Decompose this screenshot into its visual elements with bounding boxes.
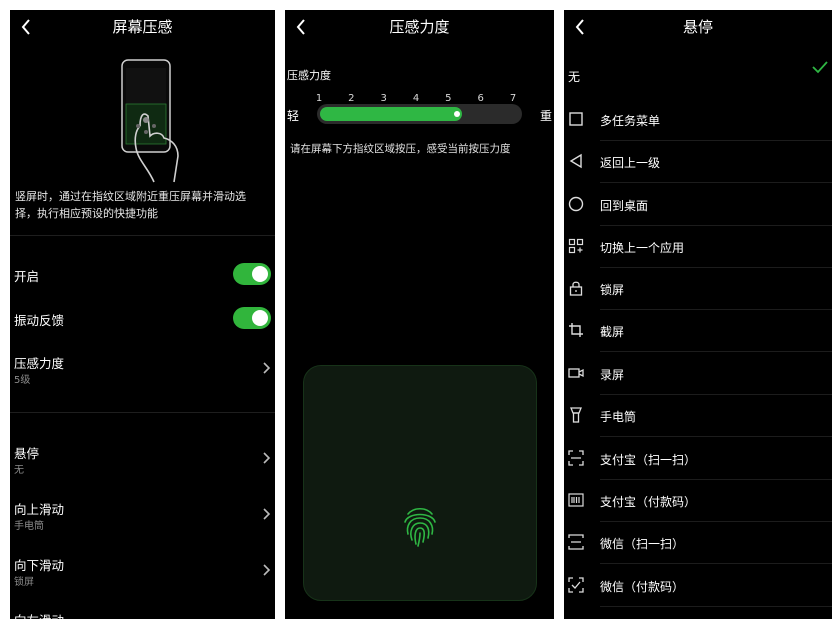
flashlight-icon bbox=[570, 407, 582, 423]
scan-icon bbox=[568, 450, 584, 466]
divider bbox=[600, 351, 832, 352]
swipe-down-label: 向下滑动 bbox=[14, 558, 65, 573]
chevron-right-icon bbox=[263, 452, 271, 464]
option-wechat-code[interactable]: 微信（付款码） bbox=[564, 565, 832, 607]
tick-label: 1 bbox=[315, 93, 323, 104]
option-label: 录屏 bbox=[600, 368, 625, 382]
option-label: 切换上一个应用 bbox=[600, 241, 685, 255]
chevron-right-icon bbox=[263, 564, 271, 576]
option-label: 锁屏 bbox=[600, 283, 625, 297]
light-label: 轻 bbox=[287, 109, 300, 123]
feature-description: 竖屏时，通过在指纹区域附近重压屏幕并滑动选择，执行相应预设的快捷功能 bbox=[15, 190, 246, 220]
check-icon bbox=[812, 61, 828, 74]
tick-label: 7 bbox=[509, 93, 517, 104]
page-title: 屏幕压感 bbox=[112, 18, 173, 36]
chevron-right-icon bbox=[263, 508, 271, 520]
pressure-value: 5级 bbox=[14, 375, 31, 386]
option-label: 截屏 bbox=[600, 325, 625, 339]
divider bbox=[600, 182, 832, 183]
option-label: 支付宝（付款码） bbox=[600, 495, 697, 509]
swipe-up-label: 向上滑动 bbox=[14, 502, 65, 517]
hover-value: 无 bbox=[14, 465, 24, 476]
tick-label: 6 bbox=[477, 93, 484, 104]
vibration-label: 振动反馈 bbox=[14, 313, 65, 328]
pressure-level-screen: 压感力度 压感力度 1 2 3 4 5 6 7 轻 重 请在屏幕下方指纹区域按压… bbox=[285, 10, 554, 619]
pressure-label: 压感力度 bbox=[14, 356, 65, 371]
circle-home-icon bbox=[568, 196, 584, 212]
page-title: 压感力度 bbox=[389, 18, 450, 36]
crop-icon bbox=[569, 323, 583, 337]
option-none[interactable]: 无 bbox=[564, 55, 832, 97]
video-icon bbox=[568, 368, 584, 378]
tick-label: 4 bbox=[412, 93, 420, 104]
option-switch-app[interactable]: 切换上一个应用 bbox=[564, 226, 832, 268]
option-label: 微信（付款码） bbox=[600, 580, 685, 594]
slider-thumb[interactable] bbox=[454, 111, 460, 117]
option-label: 微信（扫一扫） bbox=[600, 537, 685, 551]
swipe-up-value: 手电筒 bbox=[14, 521, 44, 532]
toggle-knob bbox=[252, 266, 268, 282]
option-wechat-scan[interactable]: 微信（扫一扫） bbox=[564, 522, 832, 564]
option-alipay-code[interactable]: 支付宝（付款码） bbox=[564, 480, 832, 522]
fingerprint-test-area[interactable] bbox=[303, 365, 537, 601]
page-title: 悬停 bbox=[682, 18, 713, 36]
hover-label: 悬停 bbox=[14, 446, 40, 461]
divider bbox=[600, 606, 832, 607]
option-label: 支付宝（扫一扫） bbox=[600, 453, 697, 467]
option-multitask[interactable]: 多任务菜单 bbox=[564, 99, 832, 141]
option-label: 无 bbox=[568, 70, 581, 84]
slider-fill bbox=[320, 107, 462, 121]
grid-switch-icon bbox=[568, 238, 584, 254]
enable-label: 开启 bbox=[14, 269, 40, 284]
chevron-right-icon bbox=[263, 362, 271, 374]
heavy-label: 重 bbox=[539, 109, 552, 123]
triangle-back-icon bbox=[569, 153, 582, 169]
swipe-down-value: 锁屏 bbox=[14, 577, 34, 588]
option-label: 返回上一级 bbox=[600, 156, 661, 170]
scan-line-icon bbox=[568, 534, 584, 550]
option-label: 回到桌面 bbox=[600, 199, 649, 213]
pressure-slider[interactable] bbox=[317, 104, 522, 124]
enable-toggle[interactable] bbox=[233, 263, 271, 285]
option-lock[interactable]: 锁屏 bbox=[564, 268, 832, 310]
pressure-settings-screen: 屏幕压感 竖屏时，通过在指纹区域附近重压屏幕并滑动选择，执行相应预设的快捷功能 … bbox=[10, 10, 275, 619]
barcode-icon bbox=[568, 493, 584, 507]
tick-label: 3 bbox=[380, 93, 387, 104]
option-record[interactable]: 录屏 bbox=[564, 353, 832, 395]
tick-label: 5 bbox=[445, 93, 452, 104]
divider bbox=[600, 436, 832, 437]
hover-action-screen: 悬停 无 多任务菜单 返回上一级 回到桌面 切换上一个应用 锁屏 截屏 录屏 手… bbox=[564, 10, 832, 619]
option-flashlight[interactable]: 手电筒 bbox=[564, 395, 832, 437]
option-home[interactable]: 回到桌面 bbox=[564, 184, 832, 226]
lock-icon bbox=[569, 281, 583, 296]
swipe-left-label: 向左滑动 bbox=[14, 610, 64, 619]
option-screenshot[interactable]: 截屏 bbox=[564, 310, 832, 352]
square-icon bbox=[569, 112, 583, 126]
option-alipay-scan[interactable]: 支付宝（扫一扫） bbox=[564, 438, 832, 480]
option-back[interactable]: 返回上一级 bbox=[564, 141, 832, 183]
vibration-toggle[interactable] bbox=[233, 307, 271, 329]
section-label: 压感力度 bbox=[287, 69, 331, 82]
divider bbox=[600, 563, 832, 564]
press-hint: 请在屏幕下方指纹区域按压，感受当前按压力度 bbox=[290, 143, 511, 155]
toggle-knob bbox=[252, 310, 268, 326]
phone-hand-illustration-icon bbox=[121, 59, 179, 183]
tick-label: 2 bbox=[348, 93, 355, 104]
scan-check-icon bbox=[568, 577, 584, 593]
option-label: 多任务菜单 bbox=[600, 114, 661, 128]
option-label: 手电筒 bbox=[600, 410, 637, 424]
fingerprint-icon bbox=[404, 507, 436, 547]
divider bbox=[10, 412, 275, 413]
divider bbox=[10, 235, 275, 236]
